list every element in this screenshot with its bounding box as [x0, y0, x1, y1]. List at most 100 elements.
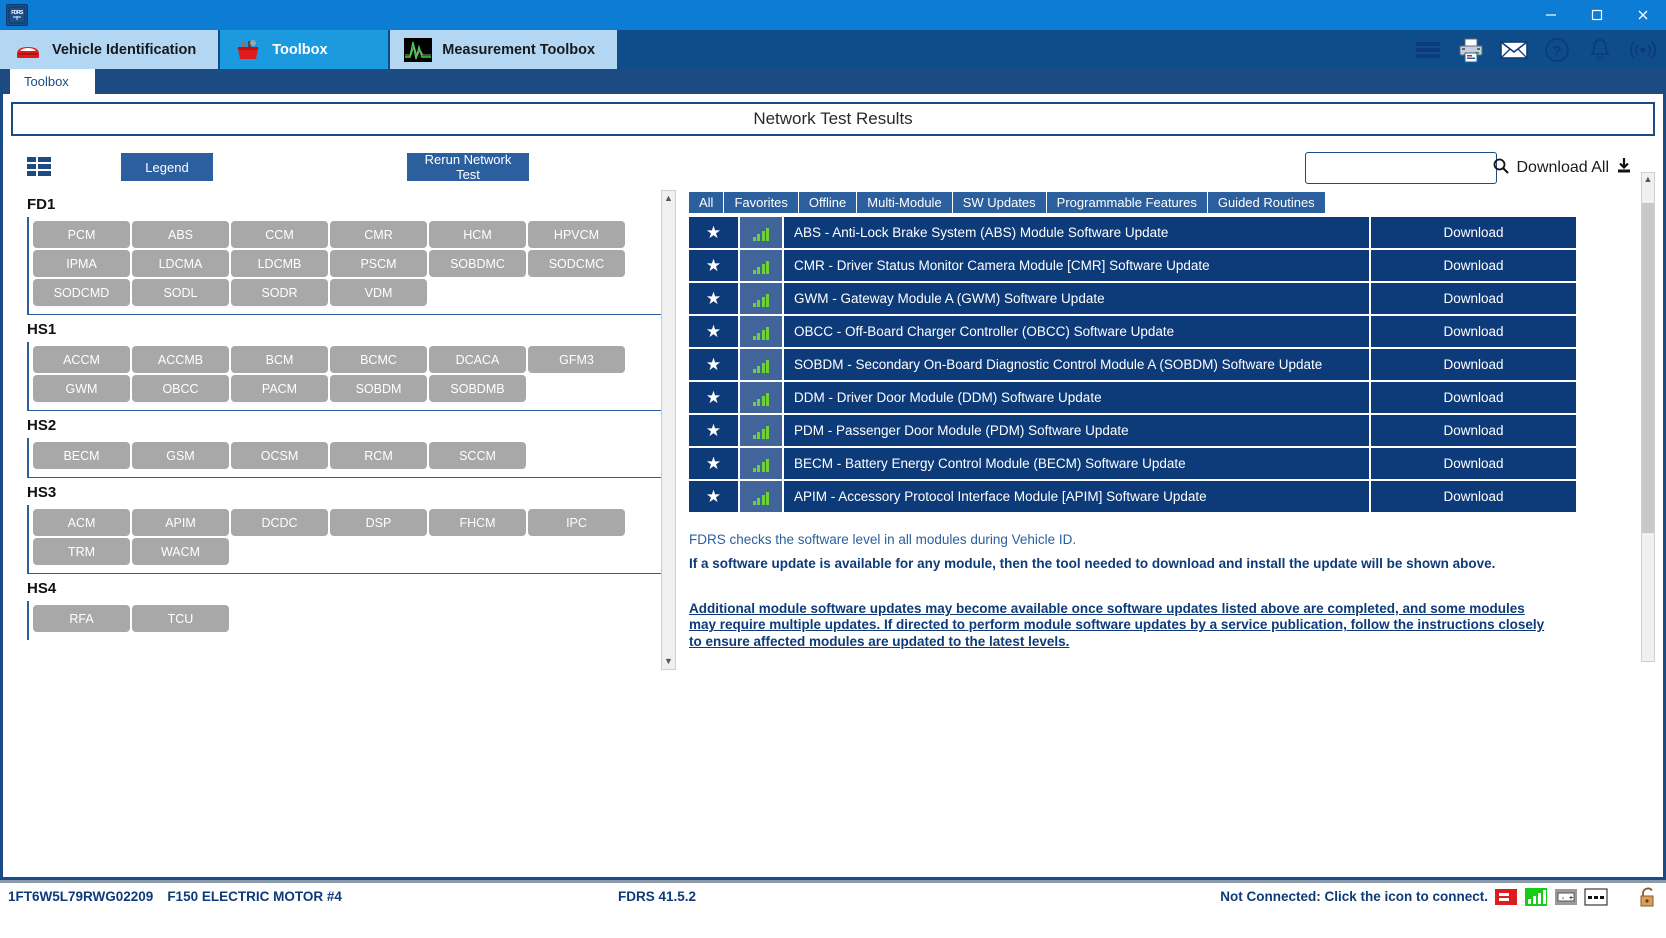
unlock-icon[interactable]	[1636, 887, 1660, 907]
vci-disconnected-icon[interactable]	[1494, 887, 1518, 907]
module-chip[interactable]: WACM	[132, 538, 229, 565]
module-chip[interactable]: LDCMA	[132, 250, 229, 277]
dashes-icon[interactable]	[1584, 887, 1608, 907]
module-chip[interactable]: BCM	[231, 346, 328, 373]
search-input[interactable]	[1312, 160, 1492, 177]
module-chip[interactable]: HPVCM	[528, 221, 625, 248]
module-chip[interactable]: RFA	[33, 605, 130, 632]
module-chip[interactable]: DCDC	[231, 509, 328, 536]
module-chip[interactable]: IPC	[528, 509, 625, 536]
module-chip[interactable]: CCM	[231, 221, 328, 248]
module-chip[interactable]: APIM	[132, 509, 229, 536]
module-chip[interactable]: PACM	[231, 375, 328, 402]
download-button[interactable]: Download	[1371, 481, 1576, 512]
module-chip[interactable]: ACCM	[33, 346, 130, 373]
grid-view-icon[interactable]	[27, 157, 51, 177]
module-chip[interactable]: SODL	[132, 279, 229, 306]
module-chip[interactable]: FHCM	[429, 509, 526, 536]
module-chip[interactable]: PCM	[33, 221, 130, 248]
mail-icon[interactable]	[1499, 35, 1529, 65]
tab-measurement-toolbox[interactable]: Measurement Toolbox	[390, 30, 619, 69]
sub-tab-toolbox[interactable]: Toolbox	[10, 69, 95, 94]
hamburger-menu-icon[interactable]	[1413, 35, 1443, 65]
maximize-button[interactable]	[1574, 0, 1620, 30]
filter-tab-multi-module[interactable]: Multi-Module	[857, 192, 952, 213]
signal-strength-icon[interactable]	[1524, 887, 1548, 907]
search-box[interactable]	[1305, 152, 1497, 184]
tab-toolbox[interactable]: Toolbox	[220, 30, 390, 69]
module-chip[interactable]: SODR	[231, 279, 328, 306]
module-chip[interactable]: SOBDMB	[429, 375, 526, 402]
rerun-network-test-button[interactable]: Rerun Network Test	[407, 153, 529, 181]
module-chip[interactable]: SCCM	[429, 442, 526, 469]
download-all-button[interactable]: Download All	[1517, 157, 1634, 180]
update-name[interactable]: APIM - Accessory Protocol Interface Modu…	[784, 481, 1371, 512]
download-button[interactable]: Download	[1371, 382, 1576, 413]
download-button[interactable]: Download	[1371, 448, 1576, 479]
module-chip[interactable]: ACCMB	[132, 346, 229, 373]
update-name[interactable]: DDM - Driver Door Module (DDM) Software …	[784, 382, 1371, 413]
updates-scrollbar[interactable]: ▲	[1641, 172, 1655, 662]
legend-button[interactable]: Legend	[121, 153, 213, 181]
update-name[interactable]: GWM - Gateway Module A (GWM) Software Up…	[784, 283, 1371, 314]
module-chip[interactable]: GFM3	[528, 346, 625, 373]
module-chip[interactable]: CMR	[330, 221, 427, 248]
module-chip[interactable]: VDM	[330, 279, 427, 306]
module-chip[interactable]: HCM	[429, 221, 526, 248]
update-name[interactable]: SOBDM - Secondary On-Board Diagnostic Co…	[784, 349, 1371, 380]
filter-tab-guided-routines[interactable]: Guided Routines	[1208, 192, 1326, 213]
favorite-star-icon[interactable]: ★	[689, 382, 740, 413]
download-button[interactable]: Download	[1371, 316, 1576, 347]
update-name[interactable]: ABS - Anti-Lock Brake System (ABS) Modul…	[784, 217, 1371, 248]
download-button[interactable]: Download	[1371, 283, 1576, 314]
favorite-star-icon[interactable]: ★	[689, 283, 740, 314]
module-chip[interactable]: SODCMC	[528, 250, 625, 277]
download-button[interactable]: Download	[1371, 349, 1576, 380]
update-name[interactable]: CMR - Driver Status Monitor Camera Modul…	[784, 250, 1371, 281]
module-chip[interactable]: LDCMB	[231, 250, 328, 277]
favorite-star-icon[interactable]: ★	[689, 217, 740, 248]
module-chip[interactable]: ACM	[33, 509, 130, 536]
update-name[interactable]: PDM - Passenger Door Module (PDM) Softwa…	[784, 415, 1371, 446]
module-chip[interactable]: SODCMD	[33, 279, 130, 306]
favorite-star-icon[interactable]: ★	[689, 481, 740, 512]
module-chip[interactable]: SOBDMC	[429, 250, 526, 277]
download-button[interactable]: Download	[1371, 415, 1576, 446]
help-icon[interactable]: ?	[1542, 35, 1572, 65]
favorite-star-icon[interactable]: ★	[689, 250, 740, 281]
filter-tab-offline[interactable]: Offline	[799, 192, 857, 213]
filter-tab-favorites[interactable]: Favorites	[724, 192, 798, 213]
search-icon[interactable]	[1492, 157, 1510, 180]
download-button[interactable]: Download	[1371, 250, 1576, 281]
filter-tab-programmable-features[interactable]: Programmable Features	[1047, 192, 1208, 213]
favorite-star-icon[interactable]: ★	[689, 349, 740, 380]
favorite-star-icon[interactable]: ★	[689, 415, 740, 446]
module-chip[interactable]: TCU	[132, 605, 229, 632]
update-name[interactable]: OBCC - Off-Board Charger Controller (OBC…	[784, 316, 1371, 347]
broadcast-icon[interactable]	[1628, 35, 1658, 65]
bell-icon[interactable]	[1585, 35, 1615, 65]
filter-tab-all[interactable]: All	[689, 192, 724, 213]
tab-vehicle-identification[interactable]: Vehicle Identification	[0, 30, 220, 69]
favorite-star-icon[interactable]: ★	[689, 448, 740, 479]
filter-tab-sw-updates[interactable]: SW Updates	[953, 192, 1047, 213]
close-button[interactable]	[1620, 0, 1666, 30]
battery-icon[interactable]: - +	[1554, 887, 1578, 907]
scrollbar-thumb[interactable]	[1642, 203, 1654, 533]
module-chip[interactable]: ABS	[132, 221, 229, 248]
module-chip[interactable]: IPMA	[33, 250, 130, 277]
module-chip[interactable]: DCACA	[429, 346, 526, 373]
favorite-star-icon[interactable]: ★	[689, 316, 740, 347]
module-chip[interactable]: GWM	[33, 375, 130, 402]
scroll-up-arrow[interactable]: ▲	[1642, 173, 1654, 187]
module-chip[interactable]: OBCC	[132, 375, 229, 402]
module-chip[interactable]: BECM	[33, 442, 130, 469]
minimize-button[interactable]	[1528, 0, 1574, 30]
update-name[interactable]: BECM - Battery Energy Control Module (BE…	[784, 448, 1371, 479]
printer-icon[interactable]	[1456, 35, 1486, 65]
module-chip[interactable]: TRM	[33, 538, 130, 565]
module-chip[interactable]: OCSM	[231, 442, 328, 469]
download-button[interactable]: Download	[1371, 217, 1576, 248]
module-chip[interactable]: RCM	[330, 442, 427, 469]
module-chip[interactable]: SOBDM	[330, 375, 427, 402]
